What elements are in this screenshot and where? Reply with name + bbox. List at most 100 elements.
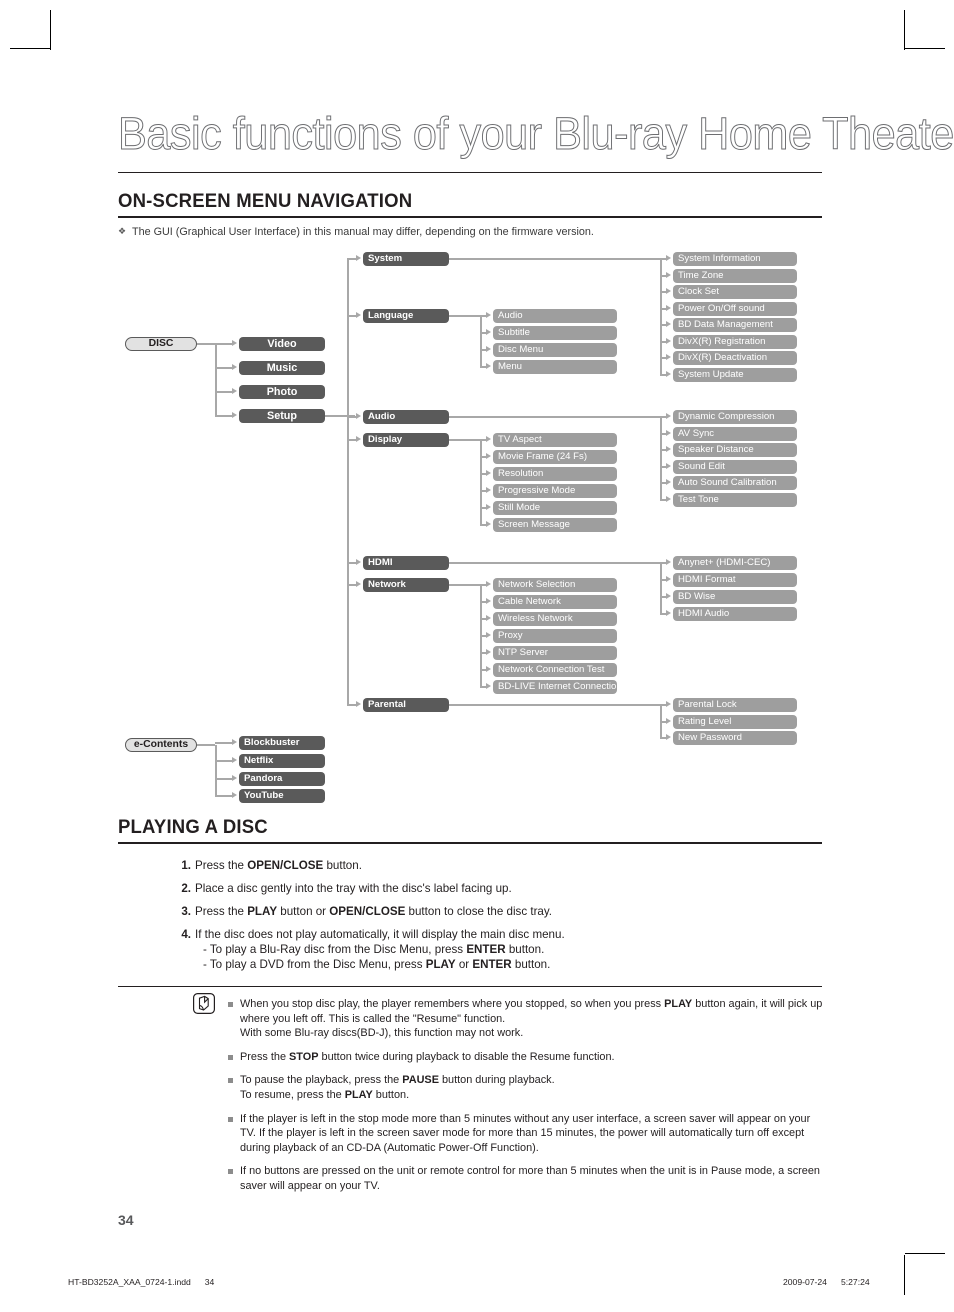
playing-step-text: Press the OPEN/CLOSE button. xyxy=(195,859,362,872)
connector-parental-arrow xyxy=(666,701,671,708)
note-item-text: To pause the playback, press the PAUSE b… xyxy=(240,1074,555,1101)
menu-node-label: Network xyxy=(368,579,406,590)
menu-node-network-selection: Network Selection xyxy=(493,578,617,592)
menu-node-label: Pandora xyxy=(244,773,283,784)
section-heading-playing: PLAYING A DISC xyxy=(118,816,822,844)
menu-node-label: Netflix xyxy=(244,755,274,766)
menu-node-bd-data-management: BD Data Management xyxy=(673,318,797,332)
menu-node-auto-sound-calibration: Auto Sound Calibration xyxy=(673,476,797,490)
connector-display-arrow xyxy=(486,436,491,443)
menu-node-tv-aspect: TV Aspect xyxy=(493,433,617,447)
connector-language-trunk xyxy=(449,315,480,317)
menu-node-label: System Information xyxy=(678,253,761,264)
menu-node-parental: Parental xyxy=(363,698,449,712)
menu-node-label: Clock Set xyxy=(678,286,720,297)
menu-node-disc: DISC xyxy=(125,337,197,351)
menu-node-ntp-server: NTP Server xyxy=(493,646,617,660)
menu-node-label: Power On/Off sound xyxy=(678,302,765,314)
square-bullet-icon xyxy=(228,997,240,1041)
connector-display-arrow xyxy=(486,453,491,460)
menu-node-system: System xyxy=(363,252,449,266)
connector-network-trunk xyxy=(449,584,480,586)
menu-node-progressive-mode: Progressive Mode xyxy=(493,484,617,498)
connector-network-arrow xyxy=(486,666,491,673)
connector-setup-out xyxy=(325,415,347,417)
menu-node-disc-menu: Disc Menu xyxy=(493,343,617,357)
menu-node-label: Sound Edit xyxy=(678,460,725,472)
connector-econtents-out xyxy=(197,744,215,746)
note-item-text: When you stop disc play, the player reme… xyxy=(240,998,823,1040)
menu-node-label: Time Zone xyxy=(678,269,724,281)
connector-system-trunk xyxy=(449,258,660,260)
menu-node-divx-r-registration: DivX(R) Registration xyxy=(673,334,797,349)
connector-arrow-econtents-child xyxy=(232,775,237,782)
note-separator-rule xyxy=(118,986,822,987)
menu-node-label: Progressive Mode xyxy=(498,485,576,496)
menu-node-label: Parental xyxy=(368,699,406,710)
menu-node-setup: Setup xyxy=(239,409,325,423)
menu-node-sound-edit: Sound Edit xyxy=(673,459,797,474)
menu-node-label: HDMI Audio xyxy=(678,608,730,619)
menu-node-label: Disc Menu xyxy=(498,344,544,355)
menu-node-parental-lock: Parental Lock xyxy=(673,698,797,712)
menu-node-label: TV Aspect xyxy=(498,434,542,445)
connector-arrow-econtents-child xyxy=(232,757,237,764)
menu-node-audio: Audio xyxy=(493,309,617,323)
menu-node-label: Parental Lock xyxy=(678,699,737,710)
connector-language-arrow xyxy=(486,346,491,353)
playing-step-text: If the disc does not play automatically,… xyxy=(195,928,565,971)
menu-node-screen-message: Screen Message xyxy=(493,518,617,532)
note-item: If no buttons are pressed on the unit or… xyxy=(228,1164,828,1193)
menu-node-label: Dynamic Compression xyxy=(678,411,775,422)
connector-network-arrow xyxy=(486,649,491,656)
menu-node-label: e-Contents xyxy=(133,739,189,750)
connector-audio-arrow xyxy=(666,446,671,453)
menu-node-label: Speaker Distance xyxy=(678,444,754,455)
connector-hdmi-spine xyxy=(660,563,662,614)
connector-disc-child xyxy=(215,367,233,369)
connector-display-arrow xyxy=(486,487,491,494)
playing-step: 3. Press the PLAY button or OPEN/CLOSE bu… xyxy=(175,904,835,919)
connector-econtents-spine xyxy=(215,745,217,796)
connector-arrow-category xyxy=(356,701,361,708)
menu-node-label: Network Selection xyxy=(498,579,576,590)
connector-system-arrow xyxy=(666,304,671,311)
menu-node-anynet-hdmi-cec-: Anynet+ (HDMI-CEC) xyxy=(673,556,797,570)
footer-file-page: 34 xyxy=(204,1277,215,1287)
menu-node-label: Still Mode xyxy=(498,502,541,513)
connector-disc-spine xyxy=(215,344,217,416)
square-bullet-icon xyxy=(228,1073,240,1102)
menu-node-label: Setup xyxy=(267,410,297,422)
menu-node-menu: Menu xyxy=(493,360,617,374)
menu-node-label: Menu xyxy=(498,361,522,372)
menu-node-wireless-network: Wireless Network xyxy=(493,612,617,626)
menu-node-label: Language xyxy=(368,310,414,321)
footer-file-name: HT-BD3252A_XAA_0724-1.indd xyxy=(68,1277,191,1287)
menu-node-label: Rating Level xyxy=(678,715,732,727)
note-pencil-icon xyxy=(193,993,215,1014)
connector-econtents-child xyxy=(215,742,233,744)
connector-econtents-child xyxy=(215,778,233,780)
menu-node-hdmi: HDMI xyxy=(363,556,449,570)
square-bullet-icon xyxy=(228,1050,240,1065)
menu-node-label: System xyxy=(368,253,403,264)
connector-arrow-category xyxy=(356,559,361,566)
menu-node-time-zone: Time Zone xyxy=(673,268,797,283)
menu-node-system-update: System Update xyxy=(673,367,797,382)
menu-node-label: Music xyxy=(266,362,298,374)
connector-arrow-disc-child xyxy=(232,388,237,395)
connector-audio-spine xyxy=(660,417,662,500)
menu-node-new-password: New Password xyxy=(673,731,797,745)
menu-node-label: Display xyxy=(368,434,403,445)
notes-list: When you stop disc play, the player reme… xyxy=(228,997,828,1203)
connector-arrow-category xyxy=(356,436,361,443)
note-item: When you stop disc play, the player reme… xyxy=(228,997,828,1041)
connector-disc-child xyxy=(215,391,233,393)
menu-node-label: Resolution xyxy=(498,468,544,479)
playing-step-text: Press the PLAY button or OPEN/CLOSE butt… xyxy=(195,905,553,918)
menu-node-label: Test Tone xyxy=(678,493,719,505)
menu-node-dynamic-compression: Dynamic Compression xyxy=(673,410,797,424)
note-item-text: If no buttons are pressed on the unit or… xyxy=(240,1165,820,1192)
connector-audio-arrow xyxy=(666,413,671,420)
menu-node-label: Subtitle xyxy=(498,327,530,338)
